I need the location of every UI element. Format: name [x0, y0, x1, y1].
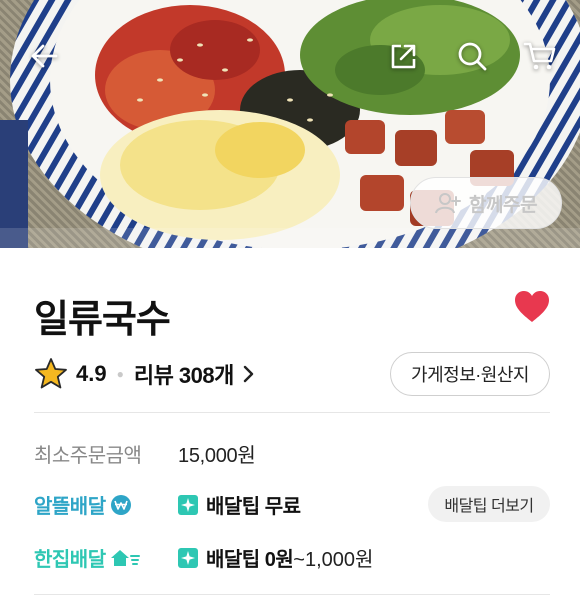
chevron-right-icon[interactable] — [242, 365, 254, 383]
cart-button[interactable] — [520, 36, 560, 76]
more-tips-button[interactable]: 배달팁 더보기 — [428, 486, 550, 522]
store-name: 일류국수 — [34, 299, 171, 341]
section-divider — [34, 412, 550, 413]
rating-score: 4.9 — [76, 361, 107, 386]
share-button[interactable] — [384, 36, 424, 76]
min-order-label: 최소주문금액 — [34, 445, 142, 467]
back-arrow-icon — [31, 44, 58, 68]
min-order-value: 15,000원 — [178, 445, 256, 467]
hanjip-tip-row: 배달팁 0원~1,000원 — [178, 543, 373, 572]
fast-home-icon — [110, 549, 140, 566]
rating-row: 4.9 ● 리뷰 308개 — [34, 354, 254, 394]
add-person-icon — [435, 193, 462, 214]
search-icon — [458, 42, 487, 71]
share-icon — [391, 44, 416, 69]
hanjip-tip-bold: 배달팁 0원 — [206, 549, 294, 571]
cart-icon — [523, 42, 556, 70]
sparkle-badge-icon — [178, 494, 198, 515]
altteul-tip-text: 배달팁 무료 — [206, 496, 301, 518]
separator-dot: ● — [116, 367, 124, 381]
bottom-divider — [34, 594, 550, 595]
hanjip-delivery-label: 한집배달 — [34, 543, 140, 572]
together-order-label: 함께주문 — [469, 194, 537, 216]
hanjip-label-text: 한집배달 — [34, 549, 106, 571]
heart-icon[interactable] — [514, 290, 550, 324]
star-icon — [35, 358, 67, 389]
sparkle-badge-icon — [178, 547, 198, 568]
hanjip-tip-rest: ~1,000원 — [293, 549, 374, 571]
altteul-label-text: 알뜰배달 — [34, 496, 106, 518]
review-count-link[interactable]: 리뷰 308개 — [134, 358, 235, 390]
altteul-delivery-label: 알뜰배달 — [34, 490, 132, 519]
together-order-button[interactable]: 함께주문 — [410, 177, 562, 229]
back-button[interactable] — [24, 36, 64, 76]
search-button[interactable] — [452, 36, 492, 76]
won-coin-icon — [110, 494, 131, 515]
store-info-button[interactable]: 가게정보·원산지 — [390, 352, 550, 396]
altteul-tip-row: 배달팁 무료 — [178, 490, 301, 519]
store-hero-image: 함께주문 — [0, 0, 580, 248]
